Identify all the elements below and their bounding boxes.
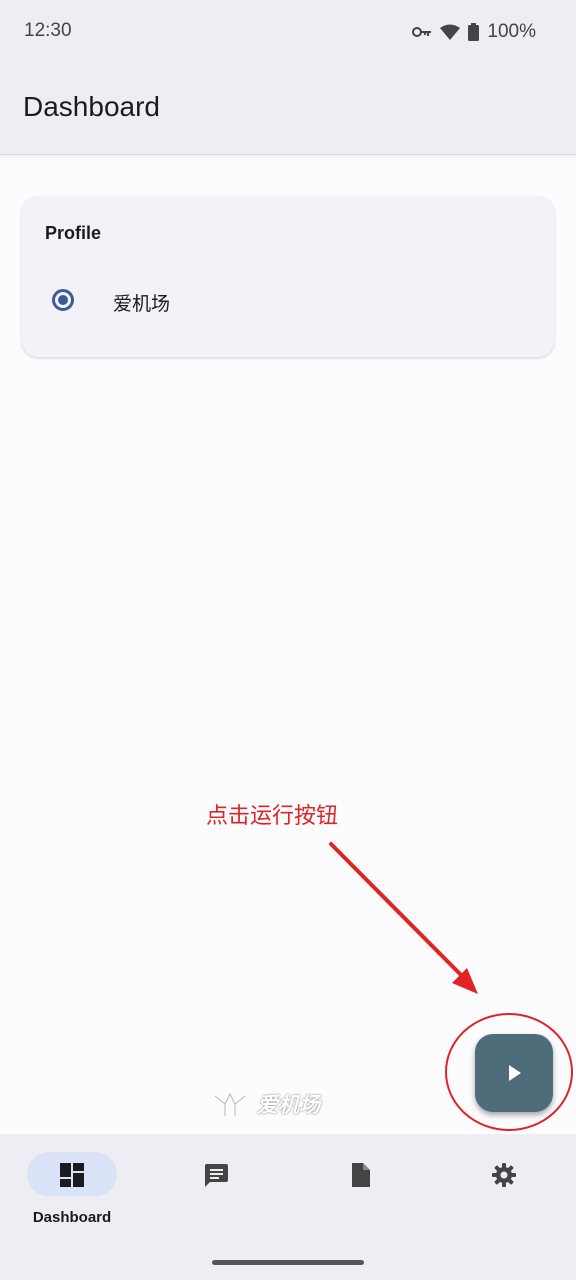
message-icon <box>204 1164 228 1187</box>
home-indicator[interactable] <box>212 1260 364 1265</box>
watermark: 爱机场 <box>213 1088 320 1120</box>
nav-item-settings[interactable] <box>432 1134 576 1254</box>
watermark-logo-icon <box>214 1092 246 1116</box>
gear-icon <box>492 1163 516 1187</box>
nav-label-dashboard: Dashboard <box>32 1209 112 1226</box>
document-icon <box>352 1163 370 1187</box>
play-icon <box>509 1065 521 1081</box>
nav-item-documents[interactable] <box>288 1134 432 1254</box>
nav-item-dashboard[interactable]: Dashboard <box>0 1134 144 1254</box>
watermark-text: 爱机场 <box>257 1093 320 1117</box>
dashboard-icon <box>60 1163 84 1187</box>
nav-item-messages[interactable] <box>144 1134 288 1254</box>
bottom-nav: Dashboard <box>0 1134 576 1280</box>
run-button[interactable] <box>475 1034 553 1112</box>
